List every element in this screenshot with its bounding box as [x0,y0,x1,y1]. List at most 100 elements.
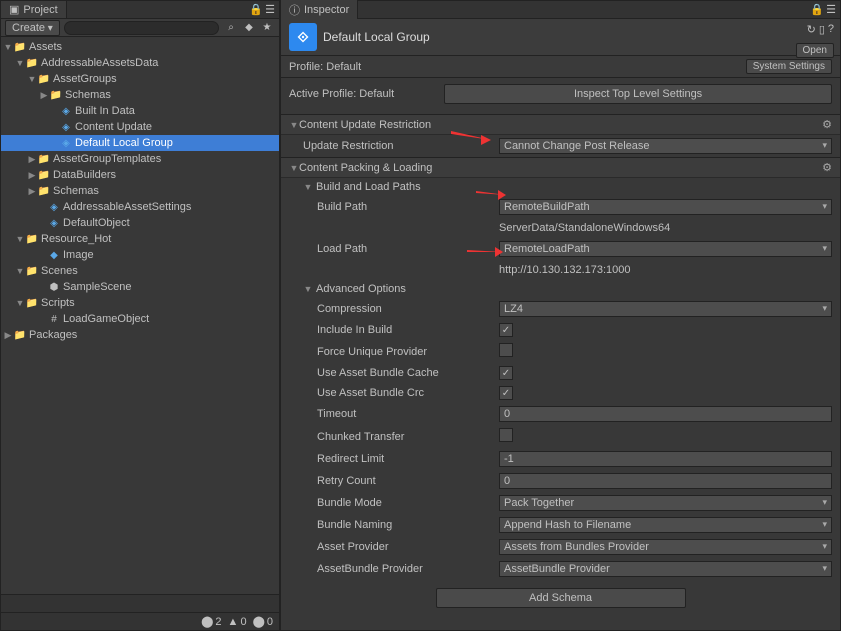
compression-dropdown[interactable]: LZ4 [499,301,832,317]
section-content-update[interactable]: ▼Content Update Restriction ⚙ [281,114,840,135]
redirect-field[interactable]: -1 [499,451,832,467]
row-build-load-paths[interactable]: ▼Build and Load Paths [281,178,840,196]
tree-addressable-settings[interactable]: ◈AddressableAssetSettings [1,199,279,215]
save-filter-icon[interactable]: ★ [259,22,275,33]
build-path-resolved: ServerData/StandaloneWindows64 [499,221,832,235]
force-unique-checkbox[interactable] [499,343,513,357]
field-label: AssetBundle Provider [317,563,423,575]
bundle-naming-dropdown[interactable]: Append Hash to Filename [499,517,832,533]
tree-resource-hot[interactable]: ▼📁Resource_Hot [1,231,279,247]
tree-scenes[interactable]: ▼📁Scenes [1,263,279,279]
timeout-field[interactable]: 0 [499,406,832,422]
tree-asset-group-templates[interactable]: ▶📁AssetGroupTemplates [1,151,279,167]
tree-default-local-group[interactable]: ◈Default Local Group [1,135,279,151]
include-in-build-checkbox[interactable]: ✓ [499,323,513,337]
warn-icon: ⬤ [201,615,213,628]
use-cache-checkbox[interactable]: ✓ [499,366,513,380]
help-icon[interactable]: ? [828,23,834,36]
status-errors[interactable]: ▲0 [228,616,247,628]
row-bundle-mode: Bundle Mode Pack Together [281,492,840,514]
field-label: Build Path [317,201,367,213]
project-tree: ▼📁Assets ▼📁AddressableAssetsData ▼📁Asset… [1,37,279,594]
tree-schemas[interactable]: ▶📁Schemas [1,87,279,103]
add-schema-button[interactable]: Add Schema [436,588,686,608]
gear-icon[interactable]: ⚙ [822,161,832,174]
status-info[interactable]: ⬤0 [253,615,273,628]
inspector-tab-label: Inspector [304,4,349,16]
inspector-tab-header: ⓘ Inspector 🔒 ☰ [281,1,840,19]
row-load-path-static: http://10.130.132.173:1000 [281,260,840,280]
update-restriction-dropdown[interactable]: Cannot Change Post Release [499,138,832,154]
row-compression: Compression LZ4 [281,298,840,320]
inspector-menu-icon[interactable]: ☰ [826,3,836,16]
panel-menu-icon[interactable]: ☰ [265,3,275,16]
row-advanced-options[interactable]: ▼Advanced Options [281,280,840,298]
use-crc-checkbox[interactable]: ✓ [499,386,513,400]
bundle-mode-dropdown[interactable]: Pack Together [499,495,832,511]
field-label: Force Unique Provider [317,346,427,358]
row-use-crc: Use Asset Bundle Crc ✓ [281,383,840,403]
tree-image[interactable]: ◆Image [1,247,279,263]
row-load-path: Load Path RemoteLoadPath [281,238,840,260]
project-tab-header: ▣ Project 🔒 ☰ [1,1,279,19]
chunked-checkbox[interactable] [499,428,513,442]
asset-provider-dropdown[interactable]: Assets from Bundles Provider [499,539,832,555]
retry-field[interactable]: 0 [499,473,832,489]
lock-icon[interactable]: 🔒 [249,3,263,16]
tree-scripts[interactable]: ▼📁Scripts [1,295,279,311]
group-icon: ⟐ [289,23,317,51]
tree-default-object[interactable]: ◈DefaultObject [1,215,279,231]
tree-load-game-object[interactable]: #LoadGameObject [1,311,279,327]
profile-row: Profile: Default System Settings [281,56,840,78]
label-filter-icon[interactable]: ◆ [241,22,257,33]
field-label: Include In Build [317,324,392,336]
field-label: Update Restriction [303,140,394,152]
project-panel: ▣ Project 🔒 ☰ Create ▾ ⌕ ◆ ★ ▼📁Assets ▼📁… [0,0,280,631]
field-label: Bundle Naming [317,519,392,531]
field-label: Use Asset Bundle Cache [317,367,439,379]
gear-icon[interactable]: ⚙ [822,118,832,131]
field-label: Build and Load Paths [316,181,421,193]
sync-icon[interactable]: ↻ [807,23,816,36]
inspector-panel: ⓘ Inspector 🔒 ☰ ⟐ Default Local Group ↻ … [280,0,841,631]
tag-icon[interactable]: ▯ [819,23,825,36]
tree-addressable-data[interactable]: ▼📁AddressableAssetsData [1,55,279,71]
project-icon: ▣ [9,3,19,16]
active-profile-label: Active Profile: Default [289,88,394,100]
inspector-lock-icon[interactable]: 🔒 [810,3,824,16]
tree-schemas-2[interactable]: ▶📁Schemas [1,183,279,199]
bundle-provider-dropdown[interactable]: AssetBundle Provider [499,561,832,577]
tree-packages[interactable]: ▶📁Packages [1,327,279,343]
field-label: Use Asset Bundle Crc [317,387,424,399]
section-content-packing[interactable]: ▼Content Packing & Loading ⚙ [281,157,840,178]
build-path-dropdown[interactable]: RemoteBuildPath [499,199,832,215]
filter-icon[interactable]: ⌕ [223,22,239,33]
inspector-title: Default Local Group [323,30,430,44]
system-settings-button[interactable]: System Settings [746,59,832,74]
row-redirect: Redirect Limit -1 [281,448,840,470]
row-include-in-build: Include In Build ✓ [281,320,840,340]
field-label: Load Path [317,243,367,255]
tree-assets[interactable]: ▼📁Assets [1,39,279,55]
info-icon: ⬤ [253,615,265,628]
section-label: Content Update Restriction [299,119,431,131]
tree-asset-groups[interactable]: ▼📁AssetGroups [1,71,279,87]
inspect-top-level-button[interactable]: Inspect Top Level Settings [444,84,832,104]
create-button[interactable]: Create ▾ [5,20,60,36]
project-tab-label: Project [23,4,57,16]
status-warnings[interactable]: ⬤2 [201,615,221,628]
add-schema-row: Add Schema [281,580,840,616]
project-search[interactable] [64,21,219,35]
project-tab[interactable]: ▣ Project [1,1,67,18]
tree-data-builders[interactable]: ▶📁DataBuilders [1,167,279,183]
field-label: Redirect Limit [317,453,384,465]
inspector-tab[interactable]: ⓘ Inspector [281,0,358,20]
inspector-body: Active Profile: Default Inspect Top Leve… [281,78,840,630]
open-button[interactable]: Open [796,43,834,58]
project-footer: ⬤2 ▲0 ⬤0 [1,594,279,630]
tree-sample-scene[interactable]: ⬢SampleScene [1,279,279,295]
field-label: Chunked Transfer [317,431,404,443]
load-path-dropdown[interactable]: RemoteLoadPath [499,241,832,257]
tree-content-update[interactable]: ◈Content Update [1,119,279,135]
tree-built-in-data[interactable]: ◈Built In Data [1,103,279,119]
